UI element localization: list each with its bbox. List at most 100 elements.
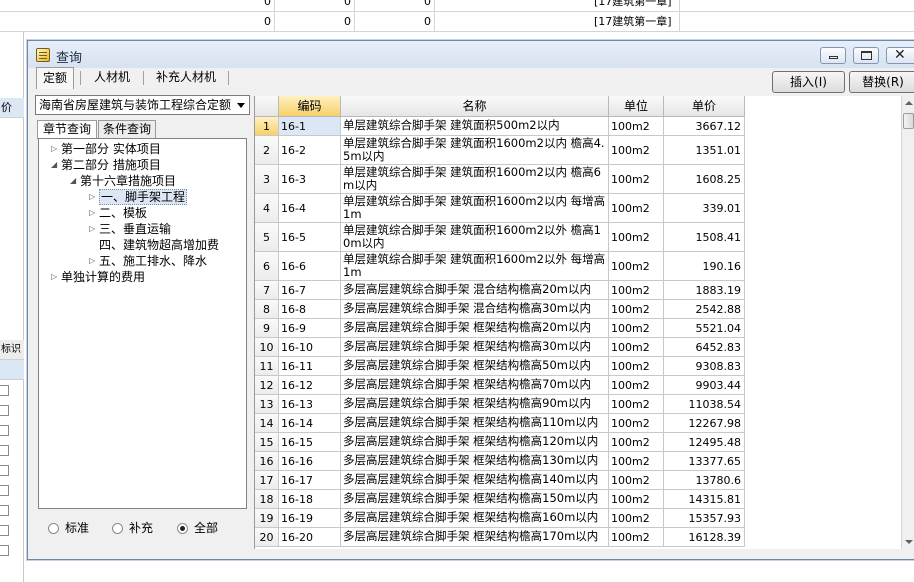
tree-node[interactable]: ◢ 第二部分 措施项目 (51, 157, 161, 173)
cell-name: 单层建筑综合脚手架 建筑面积1600m2以外 每增高1m (341, 252, 609, 281)
table-row[interactable]: 10 16-10 多层高层建筑综合脚手架 框架结构檐高30m以内 100m2 6452.… (255, 338, 745, 357)
table-row[interactable]: 15 16-15 多层高层建筑综合脚手架 框架结构檐高120m以内 100m2 1249… (255, 433, 745, 452)
insert-button[interactable]: 插入(I) (772, 71, 845, 93)
tree-node[interactable]: ▷ 三、垂直运输 (89, 221, 171, 237)
tree-node[interactable]: ▷ 一、脚手架工程 (89, 189, 188, 205)
cell-price: 12267.98 (664, 414, 745, 433)
tree-node[interactable]: ▷ 单独计算的费用 (51, 269, 145, 285)
table-row[interactable]: 9 16-9 多层高层建筑综合脚手架 框架结构檐高20m以内 100m2 5521.04 (255, 319, 745, 338)
cell-unit: 100m2 (609, 300, 664, 319)
header-unit[interactable]: 单位 (609, 96, 664, 117)
cell-unit: 100m2 (609, 194, 664, 223)
cell-price: 6452.83 (664, 338, 745, 357)
tree-node[interactable]: ▷ 第一部分 实体项目 (51, 141, 161, 157)
tab-labor-material[interactable]: 人材机 (86, 67, 138, 89)
bg-checkbox[interactable] (0, 405, 9, 416)
tree-collapse-icon[interactable]: ◢ (70, 173, 80, 189)
radio-supplement[interactable]: 补充 (112, 521, 153, 535)
bg-checkbox[interactable] (0, 385, 9, 396)
tree-node[interactable]: ◢ 第十六章措施项目 (70, 173, 176, 189)
bg-checkbox[interactable] (0, 505, 9, 516)
bg-checkbox[interactable] (0, 545, 9, 556)
cell-price: 1883.19 (664, 281, 745, 300)
bg-cell: 0 (355, 12, 435, 32)
tree-expand-icon[interactable]: ▷ (89, 221, 99, 237)
table-row[interactable]: 3 16-3 单层建筑综合脚手架 建筑面积1600m2以内 檐高6m以内 100m2 1… (255, 165, 745, 194)
tree-node[interactable]: ▷ 五、施工排水、降水 (89, 253, 207, 269)
tree-expand-icon[interactable]: ▷ (51, 269, 61, 285)
tree-expand-icon[interactable]: ▷ (89, 205, 99, 221)
scroll-up-icon[interactable] (905, 101, 913, 105)
quota-library-value: 海南省房屋建筑与装饰工程综合定额 (39, 98, 232, 112)
cell-name: 多层高层建筑综合脚手架 框架结构檐高90m以内 (341, 395, 609, 414)
table-row[interactable]: 14 16-14 多层高层建筑综合脚手架 框架结构檐高110m以内 100m2 1226… (255, 414, 745, 433)
radio-standard[interactable]: 标准 (48, 521, 89, 535)
quota-library-select[interactable]: 海南省房屋建筑与装饰工程综合定额 (35, 95, 250, 115)
tree-expand-icon[interactable]: ▷ (89, 253, 99, 269)
replace-button[interactable]: 替换(R) (849, 71, 914, 93)
cell-price: 9903.44 (664, 376, 745, 395)
tab-chapter-query[interactable]: 章节查询 (37, 120, 97, 139)
cell-code: 16-19 (279, 509, 341, 528)
bg-checkbox[interactable] (0, 525, 9, 536)
tree-expand-icon[interactable]: ▷ (51, 141, 61, 157)
radio-label: 补充 (129, 521, 154, 535)
header-name[interactable]: 名称 (341, 96, 609, 117)
cell-unit: 100m2 (609, 136, 664, 165)
cell-code: 16-14 (279, 414, 341, 433)
bg-checkbox[interactable] (0, 485, 9, 496)
header-price[interactable]: 单价 (664, 96, 745, 117)
table-row[interactable]: 5 16-5 单层建筑综合脚手架 建筑面积1600m2以外 檐高10m以内 100m2… (255, 223, 745, 252)
cell-name: 单层建筑综合脚手架 建筑面积1600m2以外 檐高10m以内 (341, 223, 609, 252)
cell-price: 13377.65 (664, 452, 745, 471)
close-button[interactable]: ✕ (886, 47, 914, 64)
vertical-scrollbar[interactable] (901, 96, 914, 549)
cell-name: 多层高层建筑综合脚手架 框架结构檐高150m以内 (341, 490, 609, 509)
tab-quota[interactable]: 定额 (36, 67, 74, 89)
table-row[interactable]: 4 16-4 单层建筑综合脚手架 建筑面积1600m2以内 每增高1m 100m2 33… (255, 194, 745, 223)
table-row[interactable]: 17 16-17 多层高层建筑综合脚手架 框架结构檐高140m以内 100m2 1378… (255, 471, 745, 490)
scroll-down-icon[interactable] (905, 540, 913, 544)
bg-checkbox[interactable] (0, 445, 9, 456)
tab-supplement-material[interactable]: 补充人材机 (148, 67, 224, 89)
table-row[interactable]: 18 16-18 多层高层建筑综合脚手架 框架结构檐高150m以内 100m2 1431… (255, 490, 745, 509)
cell-unit: 100m2 (609, 338, 664, 357)
cell-price: 3667.12 (664, 117, 745, 136)
table-row[interactable]: 6 16-6 单层建筑综合脚手架 建筑面积1600m2以外 每增高1m 100m2 19… (255, 252, 745, 281)
bg-checkbox[interactable] (0, 465, 9, 476)
row-number: 11 (255, 357, 279, 376)
cell-unit: 100m2 (609, 376, 664, 395)
tree-collapse-icon[interactable]: ◢ (51, 157, 61, 173)
tree-node[interactable]: 四、建筑物超高增加费 (89, 237, 219, 253)
dialog-title: 查询 (56, 51, 83, 66)
row-number: 13 (255, 395, 279, 414)
cell-code: 16-10 (279, 338, 341, 357)
table-row[interactable]: 20 16-20 多层高层建筑综合脚手架 框架结构檐高170m以内 100m2 1612… (255, 528, 745, 547)
header-code[interactable]: 编码 (279, 96, 341, 117)
table-row[interactable]: 12 16-12 多层高层建筑综合脚手架 框架结构檐高70m以内 100m2 9903.… (255, 376, 745, 395)
table-row[interactable]: 1 16-1 单层建筑综合脚手架 建筑面积500m2以内 100m2 3667.12 (255, 117, 745, 136)
tree-node[interactable]: ▷ 二、模板 (89, 205, 147, 221)
minimize-button[interactable] (820, 47, 846, 64)
maximize-button[interactable] (853, 47, 879, 64)
scroll-thumb[interactable] (903, 113, 914, 129)
tree-expand-icon[interactable]: ▷ (89, 189, 99, 205)
cell-name: 多层高层建筑综合脚手架 框架结构檐高110m以内 (341, 414, 609, 433)
table-row[interactable]: 2 16-2 单层建筑综合脚手架 建筑面积1600m2以内 檐高4.5m以内 100m… (255, 136, 745, 165)
table-row[interactable]: 13 16-13 多层高层建筑综合脚手架 框架结构檐高90m以内 100m2 11038… (255, 395, 745, 414)
table-row[interactable]: 19 16-19 多层高层建筑综合脚手架 框架结构檐高160m以内 100m2 1535… (255, 509, 745, 528)
row-number: 19 (255, 509, 279, 528)
table-row[interactable]: 11 16-11 多层高层建筑综合脚手架 框架结构檐高50m以内 100m2 9308.… (255, 357, 745, 376)
table-row[interactable]: 16 16-16 多层高层建筑综合脚手架 框架结构檐高130m以内 100m2 1337… (255, 452, 745, 471)
bg-row-second: 0 0 0 [17建筑第一章] (0, 12, 914, 32)
cell-name: 多层高层建筑综合脚手架 框架结构檐高20m以内 (341, 319, 609, 338)
cell-code: 16-16 (279, 452, 341, 471)
cell-code: 16-8 (279, 300, 341, 319)
tab-condition-query[interactable]: 条件查询 (98, 120, 156, 138)
table-row[interactable]: 8 16-8 多层高层建筑综合脚手架 混合结构檐高30m以内 100m2 2542.88 (255, 300, 745, 319)
dialog-titlebar[interactable]: 查询 ✕ (28, 41, 914, 68)
table-row[interactable]: 7 16-7 多层高层建筑综合脚手架 混合结构檐高20m以内 100m2 1883.19 (255, 281, 745, 300)
cell-unit: 100m2 (609, 357, 664, 376)
radio-all[interactable]: 全部 (177, 521, 218, 535)
bg-checkbox[interactable] (0, 425, 9, 436)
